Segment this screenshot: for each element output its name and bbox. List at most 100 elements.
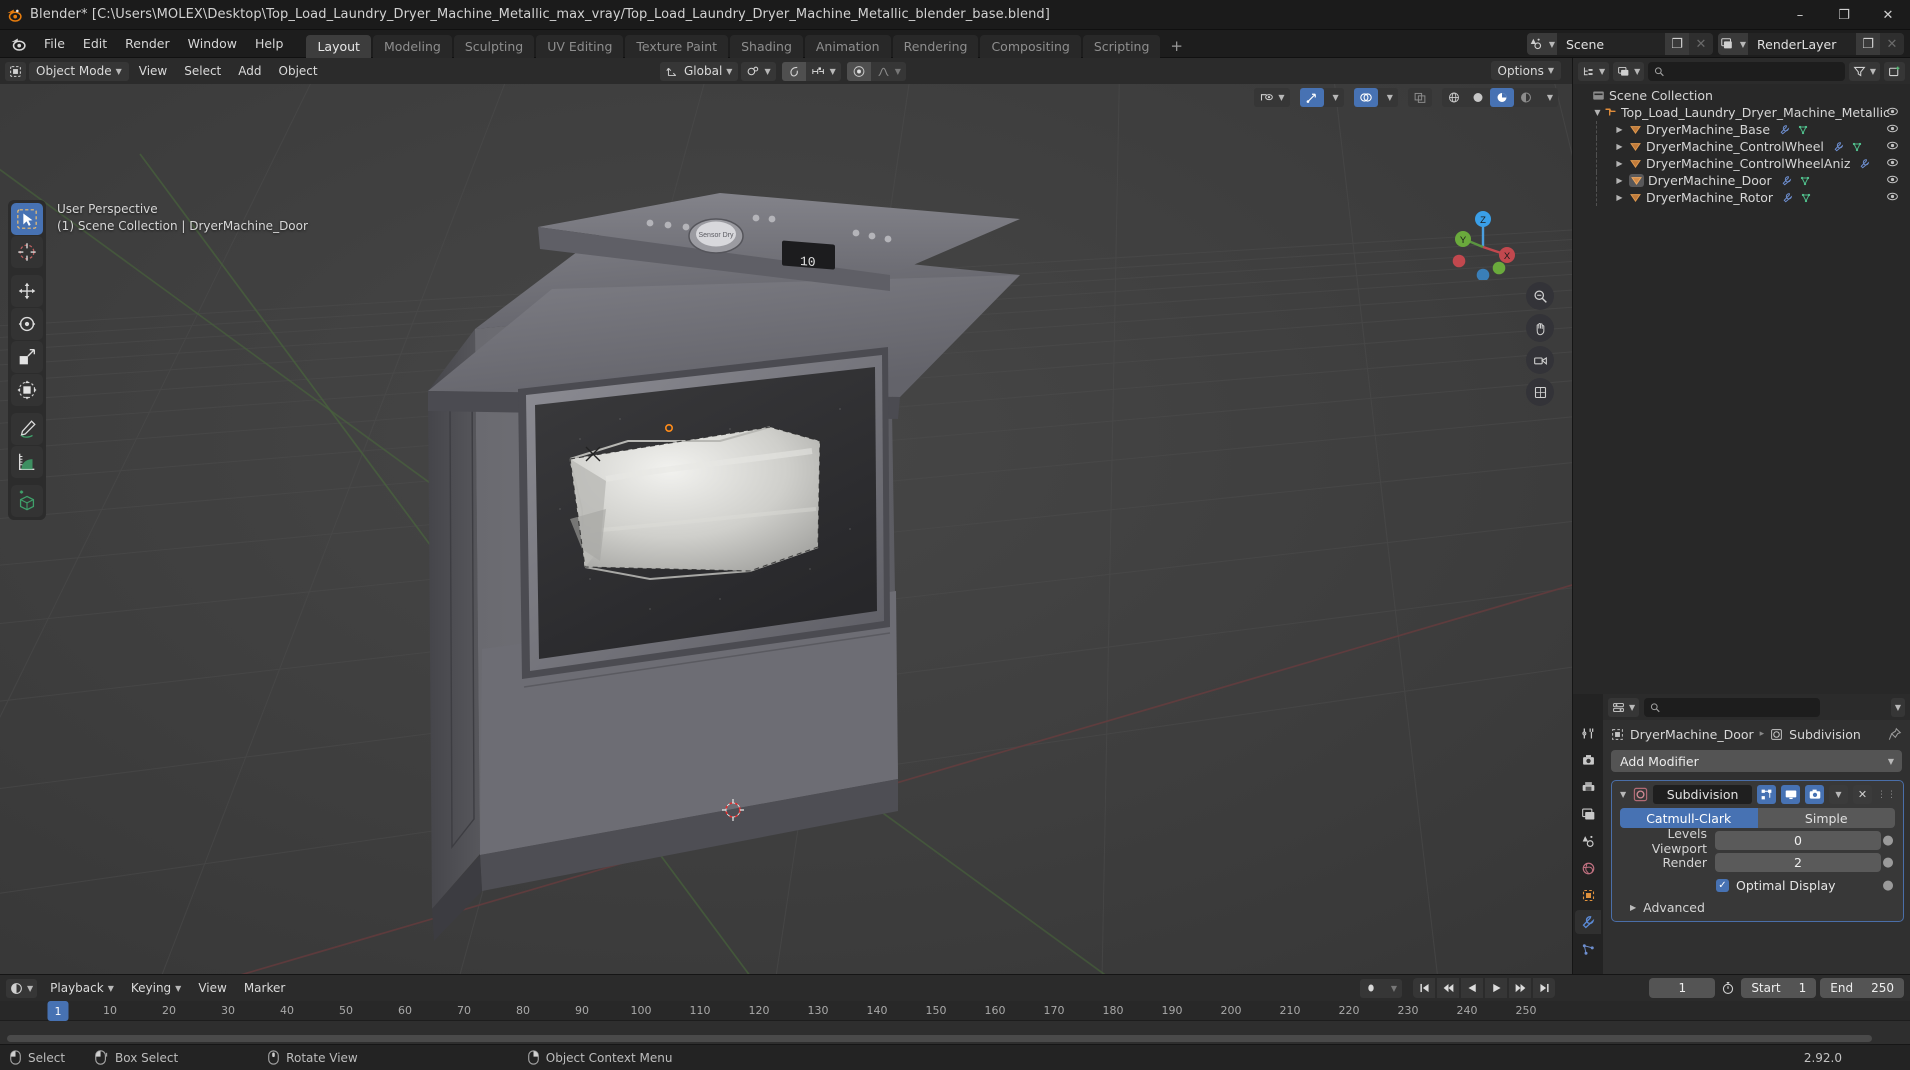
snap-magnet-icon[interactable]: ▼: [806, 62, 841, 81]
scene-icon[interactable]: ▼: [1527, 33, 1557, 55]
frame-range-field[interactable]: Start 1: [1741, 978, 1817, 998]
tab-rendering[interactable]: Rendering: [892, 34, 979, 58]
jump-to-prev-keyframe-button[interactable]: [1437, 978, 1459, 998]
view-layer-name[interactable]: RenderLayer: [1748, 33, 1856, 55]
modifier-icon[interactable]: [1833, 141, 1845, 153]
maximize-button[interactable]: ❐: [1822, 0, 1866, 30]
disclosure-triangle-icon[interactable]: ▶: [1613, 125, 1626, 134]
scene-name[interactable]: Scene: [1557, 33, 1665, 55]
outliner-row-object[interactable]: ▶ DryerMachine_Rotor: [1573, 189, 1910, 206]
timeline-menu-marker[interactable]: Marker: [237, 979, 292, 998]
jump-to-start-button[interactable]: [1413, 978, 1435, 998]
simple-button[interactable]: Simple: [1757, 808, 1895, 828]
tool-scale[interactable]: [11, 341, 43, 373]
animate-property-dot-icon[interactable]: ●: [1881, 878, 1895, 893]
tab-modifier-wrench-icon[interactable]: [1575, 910, 1601, 934]
tool-annotate[interactable]: [11, 413, 43, 445]
menu-edit[interactable]: Edit: [74, 33, 116, 54]
tab-compositing[interactable]: Compositing: [980, 34, 1081, 58]
mesh-data-icon[interactable]: [1800, 192, 1812, 204]
timeline-editor-type-button[interactable]: ▼: [6, 978, 38, 998]
tool-cursor[interactable]: [11, 236, 43, 268]
add-workspace-button[interactable]: +: [1162, 35, 1191, 58]
view-layer-icon[interactable]: ▼: [1718, 33, 1748, 55]
timeline-menu-view[interactable]: View: [191, 979, 233, 998]
properties-editor-type-button[interactable]: ▼: [1608, 697, 1640, 717]
menu-help[interactable]: Help: [246, 33, 293, 54]
tab-output-icon[interactable]: [1575, 775, 1601, 799]
viewport-menu-select[interactable]: Select: [177, 62, 228, 81]
end-frame-value[interactable]: 250: [1871, 981, 1894, 995]
zoom-icon[interactable]: [1526, 282, 1554, 310]
outliner-row-object[interactable]: ▶ DryerMachine_ControlWheelAniz: [1573, 155, 1910, 172]
pivot-point-icon[interactable]: ▼: [741, 62, 775, 81]
animate-property-dot-icon[interactable]: ●: [1881, 833, 1895, 848]
optimal-display-checkbox[interactable]: ✓: [1716, 879, 1729, 892]
tab-render-icon[interactable]: [1575, 748, 1601, 772]
visibility-eye-icon[interactable]: [1886, 139, 1899, 152]
visibility-eye-icon[interactable]: [1886, 105, 1899, 118]
properties-options-dropdown[interactable]: ▼: [1890, 697, 1905, 717]
new-view-layer-button[interactable]: ❐: [1856, 33, 1880, 55]
playhead[interactable]: 1: [47, 1001, 69, 1021]
viewport-menu-add[interactable]: Add: [231, 62, 268, 81]
tab-tool-icon[interactable]: [1575, 721, 1601, 745]
object-visibility-icon[interactable]: ▼: [1254, 88, 1289, 107]
tab-shading[interactable]: Shading: [730, 34, 803, 58]
current-frame-field[interactable]: 1: [1649, 978, 1716, 998]
end-frame-field[interactable]: End 250: [1820, 978, 1904, 998]
render-levels-value[interactable]: 2: [1715, 853, 1881, 872]
gizmo-options-chevron[interactable]: ▼: [1324, 88, 1344, 107]
transform-orientation-dropdown[interactable]: Global ▼: [660, 61, 739, 81]
start-frame-value[interactable]: 1: [1799, 981, 1807, 995]
tab-view-layer-icon[interactable]: [1575, 802, 1601, 826]
viewport-options-dropdown[interactable]: Options ▼: [1490, 61, 1561, 80]
play-reverse-button[interactable]: [1461, 978, 1483, 998]
modifier-icon[interactable]: [1781, 175, 1793, 187]
camera-icon[interactable]: [1526, 346, 1554, 374]
wireframe-shading-icon[interactable]: [1442, 88, 1466, 107]
timeline-ruler[interactable]: 1 10 20 30 40 50 60 70 80 90 100 110 120…: [0, 1001, 1910, 1021]
outliner-row-object[interactable]: ▶ DryerMachine_Base: [1573, 121, 1910, 138]
tab-uv-editing[interactable]: UV Editing: [536, 34, 624, 58]
tab-world-icon[interactable]: [1575, 856, 1601, 880]
tool-select-box[interactable]: [11, 203, 43, 235]
shading-options-chevron[interactable]: ▼: [1538, 88, 1558, 107]
tool-move[interactable]: [11, 275, 43, 307]
outliner-row-scene-collection[interactable]: Scene Collection: [1573, 87, 1910, 104]
proportional-toggle-icon[interactable]: [846, 61, 871, 81]
auto-keyframe-record-icon[interactable]: [1360, 979, 1382, 998]
show-in-render-toggle[interactable]: [1805, 785, 1824, 804]
panel-collapse-triangle-icon[interactable]: ▼: [1620, 790, 1626, 799]
tab-layout[interactable]: Layout: [306, 34, 371, 58]
visibility-eye-icon[interactable]: [1886, 156, 1899, 169]
disclosure-triangle-icon[interactable]: ▶: [1613, 193, 1626, 202]
blender-menu-icon[interactable]: [10, 35, 27, 52]
show-in-edit-mode-toggle[interactable]: [1757, 785, 1776, 804]
tab-animation[interactable]: Animation: [804, 34, 891, 58]
visibility-eye-icon[interactable]: [1886, 190, 1899, 203]
menu-render[interactable]: Render: [116, 33, 179, 54]
visibility-eye-icon[interactable]: [1886, 173, 1899, 186]
timeline-channel-area[interactable]: [0, 1021, 1910, 1045]
outliner-search-input[interactable]: [1669, 64, 1839, 78]
modifier-icon[interactable]: [1782, 192, 1794, 204]
navigation-gizmo[interactable]: Z X Y: [1444, 202, 1522, 280]
remove-modifier-button[interactable]: ✕: [1853, 785, 1872, 804]
viewport-menu-object[interactable]: Object: [272, 62, 325, 81]
disclosure-triangle-icon[interactable]: ▼: [1591, 108, 1604, 117]
drag-handle-icon[interactable]: ⋮⋮: [1877, 790, 1897, 799]
mesh-data-icon[interactable]: [1851, 141, 1863, 153]
modifier-icon[interactable]: [1779, 124, 1791, 136]
new-collection-button[interactable]: [1884, 61, 1905, 81]
minimize-button[interactable]: –: [1778, 0, 1822, 30]
tab-modeling[interactable]: Modeling: [372, 34, 452, 58]
hand-icon[interactable]: [1526, 314, 1554, 342]
timeline-horizontal-scrollbar[interactable]: [7, 1035, 1872, 1042]
visibility-eye-icon[interactable]: [1886, 122, 1899, 135]
animate-property-dot-icon[interactable]: ●: [1881, 855, 1895, 870]
tool-rotate[interactable]: [11, 308, 43, 340]
breadcrumb-object-name[interactable]: DryerMachine_Door: [1630, 727, 1754, 742]
new-scene-button[interactable]: ❐: [1665, 33, 1689, 55]
properties-search-input[interactable]: [1665, 700, 1815, 714]
